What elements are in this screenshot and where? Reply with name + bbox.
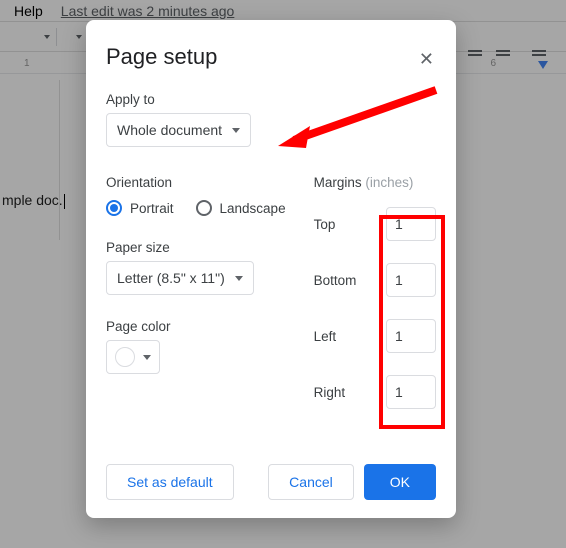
color-swatch-icon (115, 347, 135, 367)
paper-size-dropdown[interactable]: Letter (8.5" x 11") (106, 261, 254, 295)
page-color-label: Page color (106, 319, 286, 334)
margin-left-input[interactable] (386, 319, 436, 353)
radio-icon (106, 200, 122, 216)
orientation-landscape-radio[interactable]: Landscape (196, 200, 286, 216)
orientation-landscape-label: Landscape (220, 201, 286, 216)
apply-to-value: Whole document (117, 122, 222, 138)
apply-to-dropdown[interactable]: Whole document (106, 113, 251, 147)
paper-size-label: Paper size (106, 240, 286, 255)
margin-right-label: Right (314, 385, 346, 400)
cancel-button[interactable]: Cancel (268, 464, 354, 500)
paper-size-value: Letter (8.5" x 11") (117, 270, 225, 286)
orientation-portrait-radio[interactable]: Portrait (106, 200, 174, 216)
margin-top-input[interactable] (386, 207, 436, 241)
chevron-down-icon (235, 276, 243, 281)
margins-label: Margins (inches) (314, 175, 436, 190)
orientation-label: Orientation (106, 175, 286, 190)
set-as-default-button[interactable]: Set as default (106, 464, 234, 500)
dialog-title: Page setup (86, 40, 456, 86)
chevron-down-icon (232, 128, 240, 133)
page-setup-dialog: Page setup ✕ Apply to Whole document Ori… (86, 20, 456, 518)
ok-button[interactable]: OK (364, 464, 436, 500)
apply-to-label: Apply to (106, 92, 436, 107)
margin-left-label: Left (314, 329, 337, 344)
close-icon[interactable]: ✕ (419, 50, 434, 68)
page-color-dropdown[interactable] (106, 340, 160, 374)
margin-bottom-input[interactable] (386, 263, 436, 297)
margin-right-input[interactable] (386, 375, 436, 409)
chevron-down-icon (143, 355, 151, 360)
radio-icon (196, 200, 212, 216)
margin-top-label: Top (314, 217, 336, 232)
margin-bottom-label: Bottom (314, 273, 357, 288)
orientation-portrait-label: Portrait (130, 201, 174, 216)
